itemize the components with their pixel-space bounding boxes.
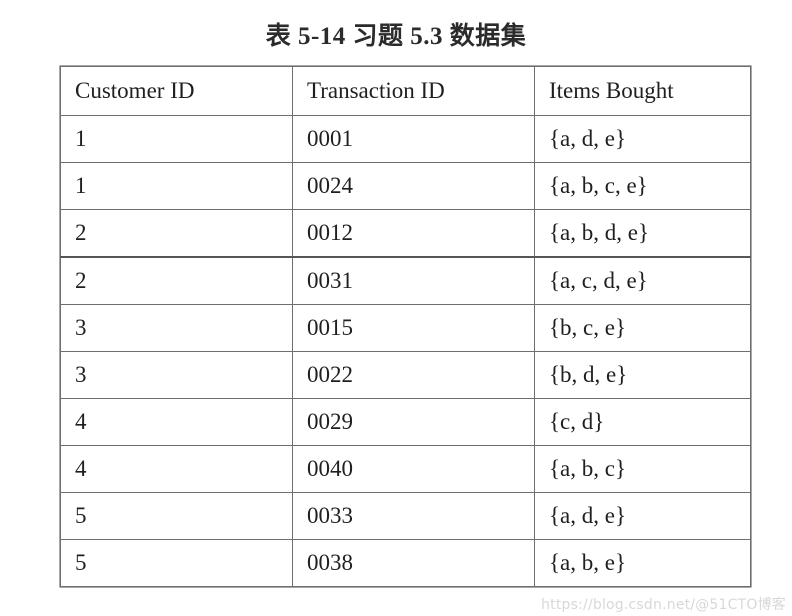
cell-items-bought: {b, c, e} — [534, 304, 751, 352]
cell-customer-id: 5 — [60, 539, 293, 587]
cell-customer-id: 3 — [60, 351, 293, 399]
table-body: 1 0001 {a, d, e} 1 0024 {a, b, c, e} 2 0012 {a, … — [60, 115, 751, 587]
watermark: https://blog.csdn.net/@51CTO博客 — [541, 597, 786, 613]
table-row: 1 0024 {a, b, c, e} — [60, 162, 751, 210]
table-row: 4 0040 {a, b, c} — [60, 445, 751, 493]
cell-customer-id: 1 — [60, 115, 293, 163]
table-header-row: Customer ID Transaction ID Items Bought — [60, 66, 751, 116]
cell-customer-id: 2 — [60, 209, 293, 258]
cell-items-bought: {a, b, c} — [534, 445, 751, 493]
cell-transaction-id: 0040 — [292, 445, 535, 493]
cell-customer-id: 3 — [60, 304, 293, 352]
table-row: 3 0022 {b, d, e} — [60, 351, 751, 399]
cell-items-bought: {a, d, e} — [534, 492, 751, 540]
cell-customer-id: 5 — [60, 492, 293, 540]
cell-transaction-id: 0031 — [292, 256, 535, 305]
table-row: 2 0012 {a, b, d, e} — [60, 209, 751, 258]
table-header: Customer ID Transaction ID Items Bought — [60, 66, 751, 116]
column-header-customer-id: Customer ID — [60, 66, 293, 116]
column-header-items-bought: Items Bought — [534, 66, 751, 116]
page-title: 表 5-14 习题 5.3 数据集 — [265, 23, 527, 50]
cell-customer-id: 1 — [60, 162, 293, 210]
column-header-transaction-id: Transaction ID — [292, 66, 535, 116]
cell-transaction-id: 0033 — [292, 492, 535, 540]
table-row: 2 0031 {a, c, d, e} — [60, 256, 751, 305]
cell-customer-id: 4 — [60, 398, 293, 446]
cell-items-bought: {a, b, d, e} — [534, 209, 751, 258]
table-row: 4 0029 {c, d} — [60, 398, 751, 446]
cell-items-bought: {c, d} — [534, 398, 751, 446]
cell-items-bought: {b, d, e} — [534, 351, 751, 399]
table-row: 1 0001 {a, d, e} — [60, 115, 751, 163]
table-row: 5 0033 {a, d, e} — [60, 492, 751, 540]
cell-transaction-id: 0038 — [292, 539, 535, 587]
table-row: 3 0015 {b, c, e} — [60, 304, 751, 352]
cell-items-bought: {a, b, e} — [534, 539, 751, 587]
cell-items-bought: {a, b, c, e} — [534, 162, 751, 210]
cell-transaction-id: 0015 — [292, 304, 535, 352]
cell-items-bought: {a, d, e} — [534, 115, 751, 163]
cell-customer-id: 2 — [60, 256, 293, 305]
dataset-table: Customer ID Transaction ID Items Bought … — [60, 66, 751, 587]
cell-items-bought: {a, c, d, e} — [534, 256, 751, 305]
cell-transaction-id: 0022 — [292, 351, 535, 399]
cell-transaction-id: 0012 — [292, 209, 535, 258]
cell-transaction-id: 0024 — [292, 162, 535, 210]
cell-transaction-id: 0001 — [292, 115, 535, 163]
table-row: 5 0038 {a, b, e} — [60, 539, 751, 587]
cell-transaction-id: 0029 — [292, 398, 535, 446]
cell-customer-id: 4 — [60, 445, 293, 493]
